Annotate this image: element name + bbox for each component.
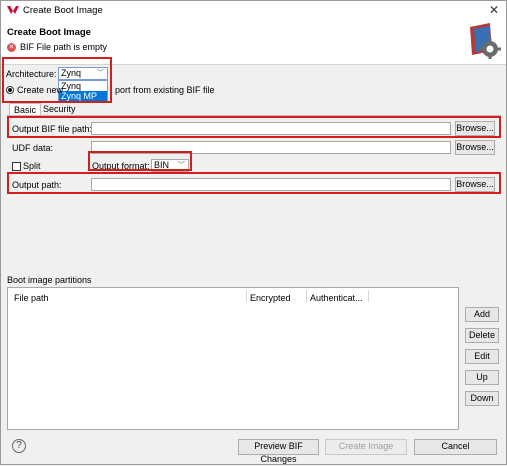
- create-image-button[interactable]: Create Image: [325, 439, 407, 455]
- udf-data-browse-button[interactable]: Browse...: [455, 140, 495, 155]
- create-boot-image-dialog: Create Boot Image ✕ Create Boot Image ✕ …: [0, 0, 507, 465]
- column-header-file-path[interactable]: File path: [14, 293, 49, 303]
- architecture-option-zynq-mp[interactable]: Zynq MP: [59, 91, 107, 101]
- column-header-encrypted[interactable]: Encrypted: [250, 293, 291, 303]
- output-bif-browse-button[interactable]: Browse...: [455, 121, 495, 136]
- split-checkbox[interactable]: [12, 162, 21, 171]
- move-up-button[interactable]: Up: [465, 370, 499, 385]
- output-path-label: Output path:: [12, 180, 62, 190]
- architecture-dropdown-list: Zynq Zynq MP: [58, 80, 108, 102]
- move-down-button[interactable]: Down: [465, 391, 499, 406]
- partitions-section-label: Boot image partitions: [7, 275, 92, 285]
- error-message: BIF File path is empty: [20, 42, 108, 52]
- dialog-header: Create Boot Image ✕ BIF File path is emp…: [1, 20, 506, 65]
- close-icon[interactable]: ✕: [486, 1, 502, 19]
- udf-data-label: UDF data:: [12, 143, 54, 153]
- architecture-selected-value: Zynq: [61, 68, 82, 78]
- partitions-table[interactable]: File path Encrypted Authenticat...: [7, 287, 459, 430]
- chevron-down-icon[interactable]: ﹀: [178, 160, 185, 171]
- architecture-label: Architecture:: [6, 69, 57, 79]
- edit-partition-button[interactable]: Edit: [465, 349, 499, 364]
- column-header-authentication[interactable]: Authenticat...: [310, 293, 363, 303]
- split-label: Split: [23, 161, 41, 171]
- add-partition-button[interactable]: Add: [465, 307, 499, 322]
- xilinx-logo-icon: [7, 5, 19, 17]
- output-format-value: BIN: [154, 160, 170, 170]
- output-bif-input[interactable]: [91, 122, 451, 135]
- help-icon[interactable]: ?: [12, 439, 26, 453]
- radio-dot: [8, 88, 12, 92]
- window-title: Create Boot Image: [23, 5, 103, 16]
- output-format-label: Output format:: [92, 161, 150, 171]
- preview-bif-changes-button[interactable]: Preview BIF Changes: [238, 439, 319, 464]
- error-icon: ✕: [7, 42, 16, 52]
- cancel-button[interactable]: Cancel: [414, 439, 497, 455]
- column-divider: [306, 290, 307, 302]
- create-new-label: Create new: [17, 85, 64, 95]
- create-new-radio[interactable]: [6, 86, 14, 94]
- boot-image-gear-icon: [468, 21, 502, 61]
- output-path-input[interactable]: [91, 178, 451, 191]
- architecture-option-zynq[interactable]: Zynq: [59, 81, 107, 91]
- chevron-down-icon[interactable]: ﹀: [97, 68, 104, 79]
- output-format-select[interactable]: BIN ﹀: [151, 159, 189, 172]
- udf-data-input[interactable]: [91, 141, 451, 154]
- column-divider: [368, 290, 369, 302]
- output-bif-label: Output BIF file path:: [12, 124, 93, 134]
- architecture-select[interactable]: Zynq ﹀: [58, 67, 108, 80]
- title-bar: Create Boot Image ✕: [1, 1, 506, 20]
- delete-partition-button[interactable]: Delete: [465, 328, 499, 343]
- dialog-title: Create Boot Image: [7, 27, 91, 38]
- error-message-row: ✕ BIF File path is empty: [7, 42, 107, 52]
- output-path-browse-button[interactable]: Browse...: [455, 177, 495, 192]
- basic-tab-panel: [7, 115, 501, 268]
- import-bif-label[interactable]: port from existing BIF file: [115, 85, 215, 95]
- tab-security[interactable]: Security: [39, 103, 80, 115]
- column-divider: [246, 290, 247, 302]
